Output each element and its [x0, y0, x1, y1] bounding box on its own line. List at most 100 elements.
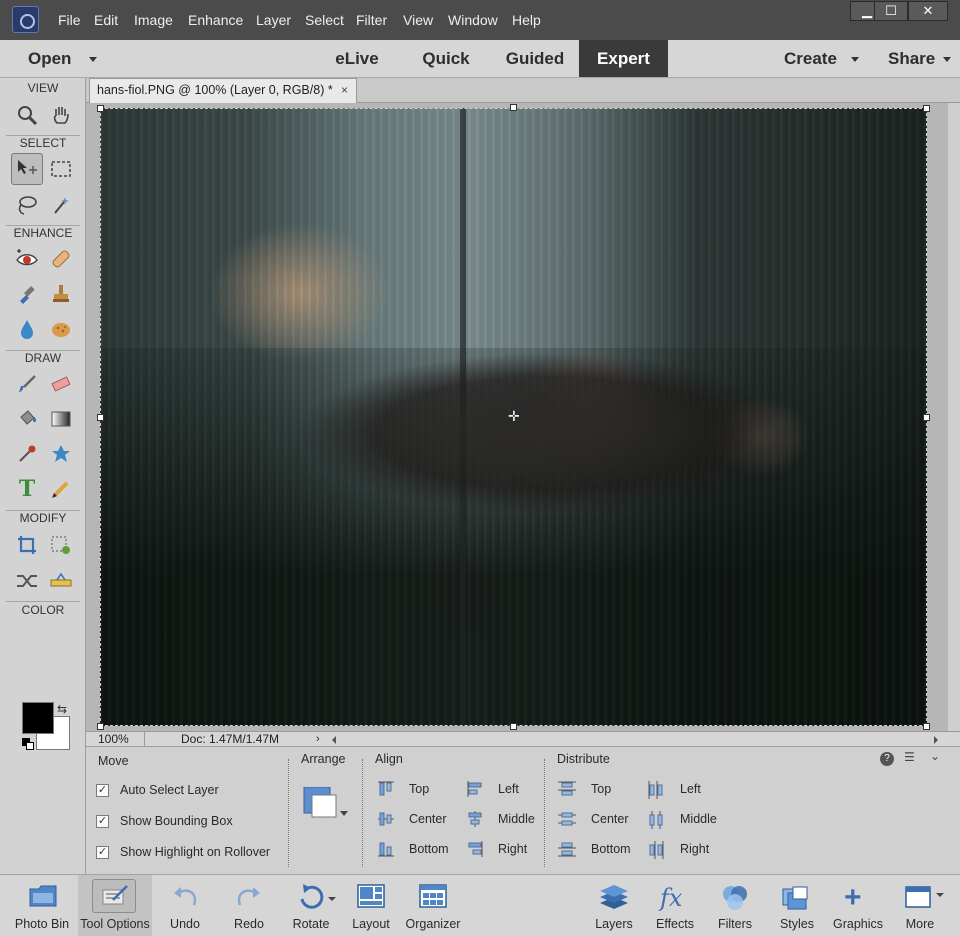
- bounding-box-handle[interactable]: [97, 414, 104, 421]
- healing-brush-tool-icon[interactable]: [45, 243, 77, 275]
- distribute-middle-icon[interactable]: [648, 811, 664, 829]
- distribute-center-label[interactable]: Center: [591, 812, 629, 826]
- collapse-panel-icon[interactable]: ⌄: [930, 749, 940, 763]
- distribute-center-icon[interactable]: [558, 811, 576, 827]
- graphics-button[interactable]: + Graphics: [830, 875, 886, 936]
- align-center-label[interactable]: Center: [409, 812, 447, 826]
- bounding-box-handle[interactable]: [510, 723, 517, 730]
- reference-point-icon[interactable]: ✛: [508, 409, 520, 423]
- mode-elive[interactable]: eLive: [316, 40, 398, 77]
- align-bottom-icon[interactable]: [378, 841, 394, 857]
- distribute-right-label[interactable]: Right: [680, 842, 709, 856]
- eraser-tool-icon[interactable]: [45, 368, 77, 400]
- document-tab[interactable]: hans-fiol.PNG @ 100% (Layer 0, RGB/8) * …: [89, 78, 357, 103]
- create-button[interactable]: Create: [784, 40, 864, 77]
- move-tool-icon[interactable]: [11, 153, 43, 185]
- bounding-box-handle[interactable]: [97, 723, 104, 730]
- arrange-menu-icon[interactable]: [302, 786, 348, 825]
- bounding-box-handle[interactable]: [97, 105, 104, 112]
- default-colors-icon[interactable]: [22, 738, 34, 750]
- horizontal-scrollbar[interactable]: [330, 734, 940, 744]
- effects-button[interactable]: fx Effects: [650, 875, 700, 936]
- menu-enhance[interactable]: Enhance: [188, 12, 243, 28]
- align-middle-icon[interactable]: [467, 811, 483, 827]
- undo-button[interactable]: Undo: [160, 875, 210, 936]
- sponge-tool-icon[interactable]: [45, 313, 77, 345]
- app-logo-icon[interactable]: [12, 6, 39, 33]
- bounding-box-handle[interactable]: [923, 105, 930, 112]
- distribute-bottom-label[interactable]: Bottom: [591, 842, 631, 856]
- hand-tool-icon[interactable]: [45, 99, 77, 131]
- auto-select-layer-checkbox[interactable]: ✓: [96, 784, 109, 797]
- menu-select[interactable]: Select: [305, 12, 344, 28]
- distribute-middle-label[interactable]: Middle: [680, 812, 717, 826]
- smart-brush-tool-icon[interactable]: [11, 278, 43, 310]
- bounding-box-handle[interactable]: [923, 414, 930, 421]
- bounding-box-handle[interactable]: [923, 723, 930, 730]
- filters-button[interactable]: Filters: [710, 875, 760, 936]
- status-menu-arrow-icon[interactable]: ›: [316, 732, 320, 746]
- eyedropper-tool-icon[interactable]: [11, 438, 43, 470]
- layers-button[interactable]: Layers: [590, 875, 638, 936]
- open-button[interactable]: Open: [28, 40, 118, 77]
- menu-layer[interactable]: Layer: [256, 12, 291, 28]
- bounding-box-handle[interactable]: [510, 104, 517, 111]
- custom-shape-tool-icon[interactable]: [45, 438, 77, 470]
- menu-view[interactable]: View: [403, 12, 433, 28]
- red-eye-tool-icon[interactable]: [11, 243, 43, 275]
- align-top-icon[interactable]: [378, 781, 394, 797]
- photo-bin-button[interactable]: Photo Bin: [8, 875, 76, 936]
- crop-tool-icon[interactable]: [11, 529, 43, 561]
- gradient-tool-icon[interactable]: [45, 403, 77, 435]
- panel-menu-icon[interactable]: ☰: [904, 750, 915, 764]
- align-top-label[interactable]: Top: [409, 782, 429, 796]
- align-right-icon[interactable]: [467, 841, 483, 857]
- paint-bucket-tool-icon[interactable]: [11, 403, 43, 435]
- menu-filter[interactable]: Filter: [356, 12, 387, 28]
- straighten-tool-icon[interactable]: [45, 565, 77, 597]
- close-button[interactable]: ✕: [908, 1, 948, 21]
- type-tool-icon[interactable]: T: [11, 473, 43, 505]
- swap-colors-icon[interactable]: ⇆: [57, 702, 67, 716]
- align-center-icon[interactable]: [378, 811, 394, 827]
- menu-help[interactable]: Help: [512, 12, 541, 28]
- distribute-top-icon[interactable]: [558, 781, 576, 797]
- align-left-icon[interactable]: [467, 781, 483, 797]
- align-middle-label[interactable]: Middle: [498, 812, 535, 826]
- blur-tool-icon[interactable]: [11, 313, 43, 345]
- mode-guided[interactable]: Guided: [494, 40, 576, 77]
- vertical-scrollbar[interactable]: [948, 103, 960, 731]
- align-bottom-label[interactable]: Bottom: [409, 842, 449, 856]
- quick-selection-tool-icon[interactable]: [45, 189, 77, 221]
- align-left-label[interactable]: Left: [498, 782, 519, 796]
- menu-window[interactable]: Window: [448, 12, 498, 28]
- clone-stamp-tool-icon[interactable]: [45, 278, 77, 310]
- distribute-top-label[interactable]: Top: [591, 782, 611, 796]
- organizer-button[interactable]: Organizer: [404, 875, 462, 936]
- marquee-tool-icon[interactable]: [45, 153, 77, 185]
- recompose-tool-icon[interactable]: [45, 529, 77, 561]
- styles-button[interactable]: Styles: [772, 875, 822, 936]
- distribute-left-label[interactable]: Left: [680, 782, 701, 796]
- menu-image[interactable]: Image: [134, 12, 173, 28]
- close-tab-icon[interactable]: ×: [341, 79, 348, 102]
- more-button[interactable]: More: [896, 875, 944, 936]
- menu-file[interactable]: File: [58, 12, 81, 28]
- content-aware-move-tool-icon[interactable]: [11, 565, 43, 597]
- distribute-left-icon[interactable]: [648, 781, 664, 799]
- redo-button[interactable]: Redo: [224, 875, 274, 936]
- help-icon[interactable]: ?: [880, 752, 894, 766]
- foreground-color-swatch[interactable]: [22, 702, 54, 734]
- maximize-button[interactable]: ☐: [874, 1, 908, 21]
- distribute-right-icon[interactable]: [648, 841, 664, 859]
- brush-tool-icon[interactable]: [11, 368, 43, 400]
- zoom-level[interactable]: 100%: [98, 732, 129, 746]
- layout-button[interactable]: Layout: [346, 875, 396, 936]
- rotate-button[interactable]: Rotate: [286, 875, 336, 936]
- share-button[interactable]: Share: [888, 40, 960, 77]
- show-bounding-box-checkbox[interactable]: ✓: [96, 815, 109, 828]
- mode-expert[interactable]: Expert: [579, 40, 668, 77]
- pencil-tool-icon[interactable]: [45, 473, 77, 505]
- menu-edit[interactable]: Edit: [94, 12, 118, 28]
- distribute-bottom-icon[interactable]: [558, 841, 576, 857]
